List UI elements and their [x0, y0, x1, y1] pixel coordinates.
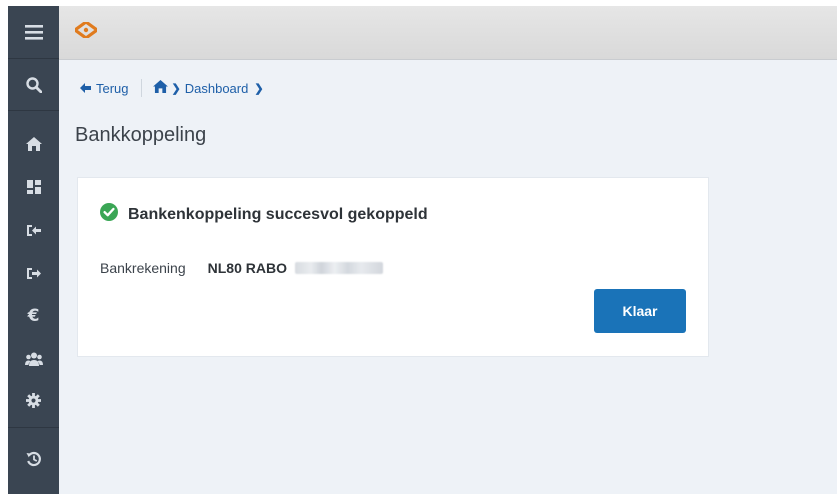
sidebar-item-finance[interactable]: €	[8, 297, 59, 335]
users-icon	[24, 352, 43, 366]
sidebar-item-search[interactable]	[8, 66, 59, 104]
gear-icon	[26, 392, 41, 408]
sign-in-icon	[26, 224, 41, 237]
success-message-row: Bankenkoppeling succesvol gekoppeld	[100, 203, 428, 226]
euro-icon: €	[27, 306, 40, 326]
success-message: Bankenkoppeling succesvol gekoppeld	[128, 205, 428, 223]
back-link-label: Terug	[96, 80, 129, 96]
bank-link-card: Bankenkoppeling succesvol gekoppeld Bank…	[77, 177, 709, 357]
account-row: Bankrekening NL80 RABO	[100, 260, 383, 276]
sidebar-item-home[interactable]	[8, 125, 59, 163]
check-circle-icon	[100, 203, 118, 226]
top-bar	[59, 6, 837, 60]
sidebar-item-sign-in[interactable]	[8, 211, 59, 249]
breadcrumb-home[interactable]	[152, 80, 168, 96]
home-icon	[25, 137, 42, 151]
home-icon	[152, 80, 168, 96]
breadcrumb-divider	[140, 79, 142, 97]
dashboard-icon	[26, 180, 41, 194]
chevron-right-icon: ❯	[254, 82, 264, 95]
sign-out-icon	[26, 267, 41, 280]
sidebar: €	[8, 6, 59, 494]
sidebar-item-history[interactable]	[8, 440, 59, 478]
arrow-left-icon	[80, 81, 91, 96]
account-value: NL80 RABO	[207, 260, 287, 276]
search-icon	[25, 77, 42, 93]
account-label: Bankrekening	[100, 260, 186, 276]
sidebar-item-settings[interactable]	[8, 381, 59, 419]
history-icon	[26, 451, 42, 467]
page-title: Bankkoppeling	[75, 124, 207, 146]
masked-account-number	[294, 262, 383, 274]
chevron-right-icon: ❯	[171, 82, 181, 95]
sidebar-item-dashboard[interactable]	[8, 168, 59, 206]
sidebar-divider	[8, 58, 59, 59]
sidebar-item-sign-out[interactable]	[8, 254, 59, 292]
breadcrumb-dashboard[interactable]: Dashboard	[185, 81, 249, 96]
sidebar-divider	[8, 427, 59, 428]
done-button[interactable]: Klaar	[594, 289, 686, 333]
back-link[interactable]: Terug	[80, 81, 129, 96]
brand-logo-icon[interactable]	[72, 20, 100, 43]
sidebar-item-users[interactable]	[8, 340, 59, 378]
sidebar-divider	[8, 110, 59, 111]
menu-toggle-button[interactable]	[8, 13, 59, 51]
breadcrumb: Terug ❯ Dashboard ❯	[80, 78, 268, 98]
hamburger-menu-icon	[24, 24, 43, 40]
app-frame: € Terug ❯ Dashboard ❯ Bankkoppeling Bank…	[8, 6, 837, 494]
